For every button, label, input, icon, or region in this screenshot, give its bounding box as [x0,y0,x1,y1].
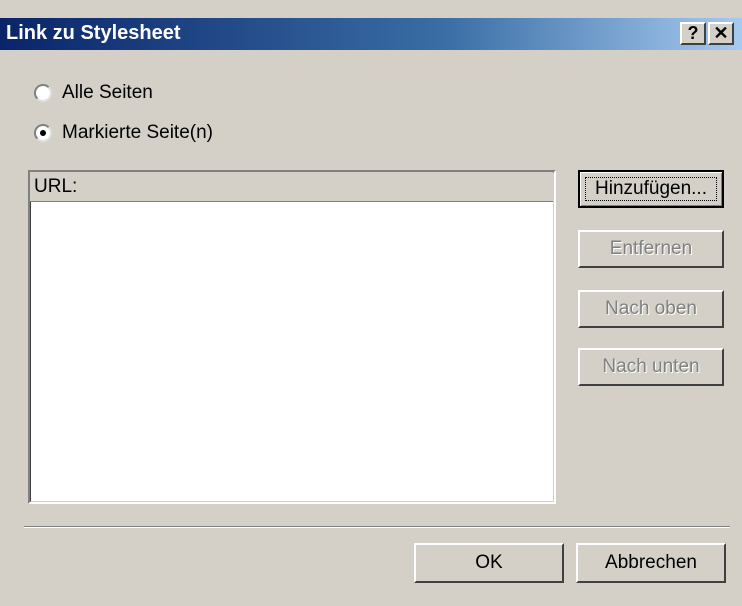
move-down-button[interactable]: Nach unten [578,348,724,386]
title-bar[interactable]: Link zu Stylesheet ? ✕ [0,18,742,50]
radio-checked-icon[interactable] [34,124,52,142]
move-up-button[interactable]: Nach oben [578,290,724,328]
cancel-button[interactable]: Abbrechen [576,543,726,583]
ok-button-label: OK [475,552,503,573]
window-title: Link zu Stylesheet [6,22,181,44]
radio-all-pages-label: Alle Seiten [62,82,153,103]
move-up-button-label: Nach oben [605,298,697,319]
remove-button[interactable]: Entfernen [578,230,724,268]
move-down-button-label: Nach unten [602,356,700,377]
focus-rect [585,177,717,201]
close-button[interactable]: ✕ [708,22,734,45]
url-listbox-inner [30,172,554,502]
remove-button-label: Entfernen [609,238,693,259]
radio-unchecked-icon[interactable] [34,84,52,102]
help-button[interactable]: ? [680,22,706,45]
cancel-button-label: Abbrechen [605,552,697,573]
dialog-window: Link zu Stylesheet ? ✕ Alle Seiten Marki… [0,0,742,606]
add-button[interactable]: Hinzufügen... [578,170,724,208]
url-column-header[interactable]: URL: [30,172,553,202]
radio-selected-pages-label: Markierte Seite(n) [62,122,213,143]
url-listbox[interactable]: URL: [28,170,556,504]
separator [24,526,730,528]
ok-button[interactable]: OK [414,543,564,583]
radio-all-pages[interactable]: Alle Seiten [34,80,153,106]
radio-selected-pages[interactable]: Markierte Seite(n) [34,120,213,146]
